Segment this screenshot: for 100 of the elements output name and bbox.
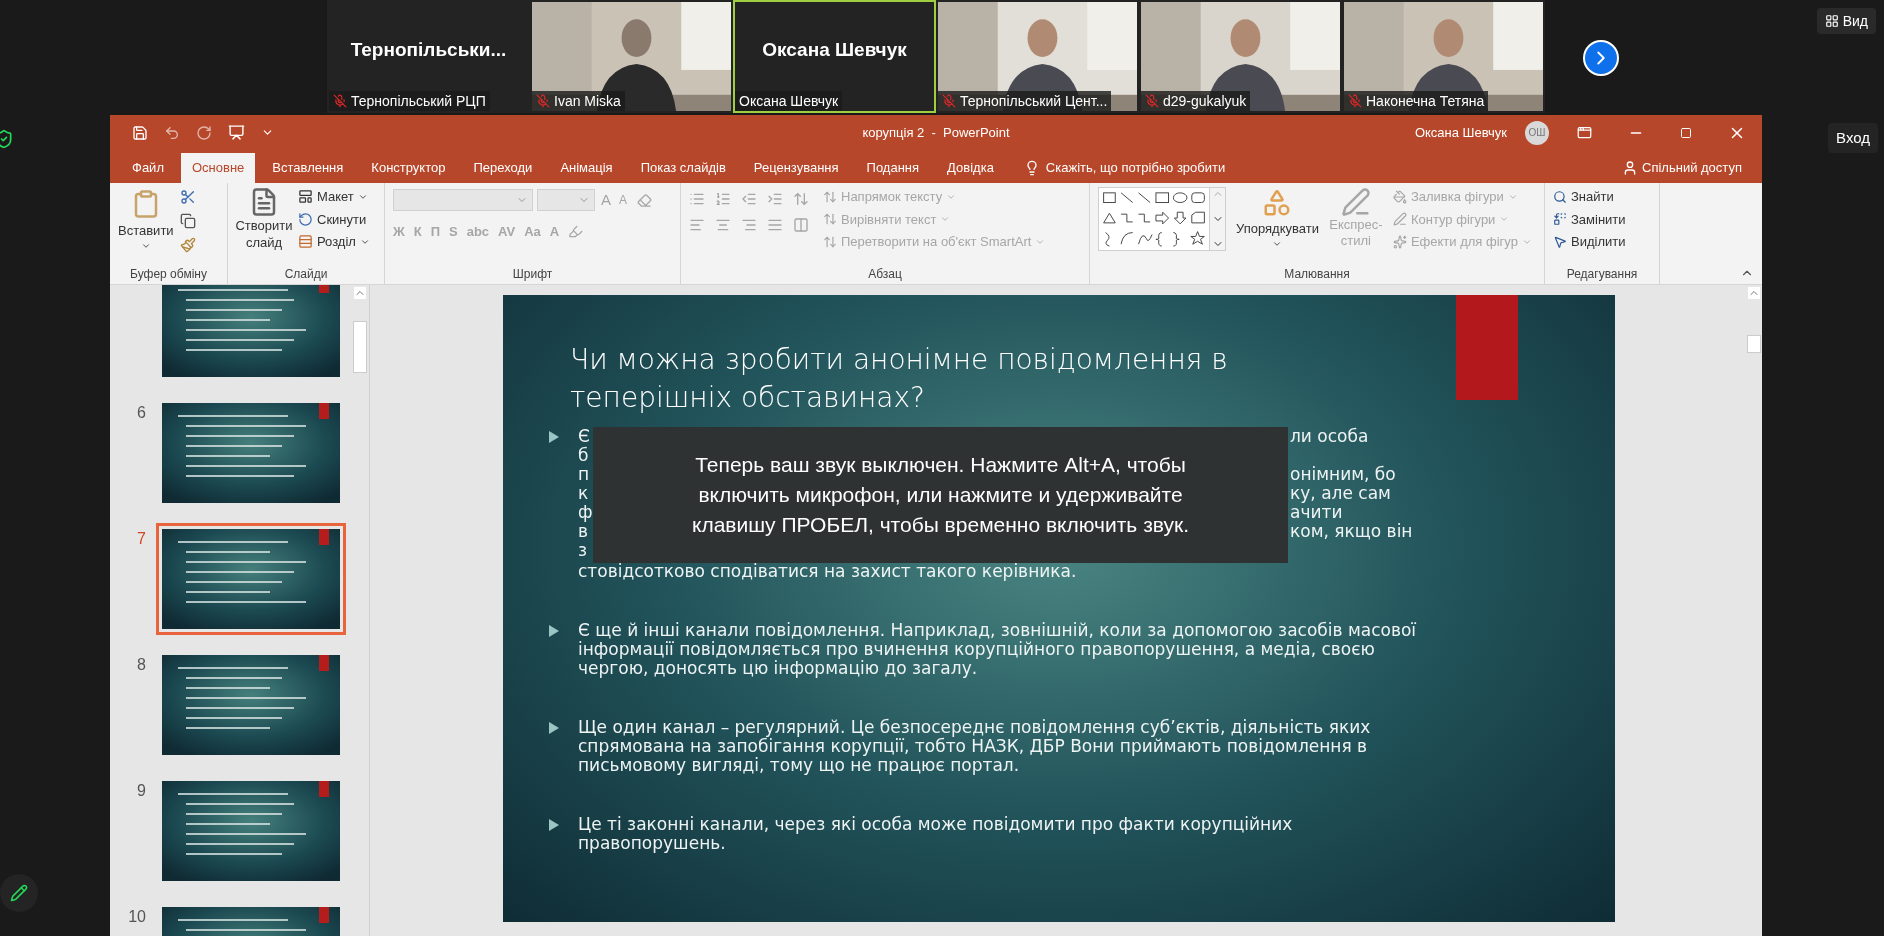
font-size-field[interactable] bbox=[537, 189, 595, 212]
scroll-thumb[interactable] bbox=[1746, 335, 1761, 353]
editing-command[interactable]: Знайти bbox=[1553, 187, 1626, 207]
new-slide-button[interactable]: Створити слайд bbox=[236, 187, 292, 251]
tell-me-field[interactable]: Скажіть, що потрібно зробити bbox=[1045, 158, 1226, 178]
ribbon-tab[interactable]: Рецензування bbox=[742, 153, 850, 183]
align-center-icon[interactable] bbox=[715, 217, 731, 233]
editing-command[interactable]: Виділити bbox=[1553, 232, 1626, 252]
ribbon-tab[interactable]: Переходи bbox=[462, 153, 544, 183]
bullet-icon bbox=[548, 625, 560, 637]
bullet-text-line: стовідсотково сподіватися на захист такого керівника. bbox=[578, 562, 1078, 581]
decrease-indent-icon[interactable] bbox=[741, 191, 757, 207]
bullets-icon[interactable] bbox=[689, 191, 705, 207]
line-spacing-icon[interactable] bbox=[793, 191, 809, 207]
presentation-icon[interactable] bbox=[228, 124, 245, 141]
increase-indent-icon[interactable] bbox=[767, 191, 783, 207]
text-direction-icon bbox=[823, 189, 837, 204]
ribbon-tab[interactable]: Конструктор bbox=[360, 153, 457, 183]
replace-icon bbox=[1553, 212, 1567, 227]
group-label: Малювання bbox=[1283, 266, 1351, 283]
ribbon-tab[interactable]: Основне bbox=[180, 153, 256, 183]
participant-label-text: Оксана Шевчук bbox=[739, 91, 839, 111]
paint-bucket-icon bbox=[1392, 189, 1407, 204]
bullet-text-fragment: ачити bbox=[1290, 502, 1343, 522]
bullet-text-fragment: к bbox=[578, 483, 589, 503]
user-avatar[interactable]: ОШ bbox=[1525, 120, 1549, 145]
participant-label-text: Наконечна Тетяна bbox=[1366, 91, 1485, 111]
layout-button[interactable]: Макет bbox=[298, 187, 370, 207]
numbering-icon[interactable] bbox=[715, 191, 731, 207]
view-button[interactable]: Вид bbox=[1816, 8, 1876, 34]
slide-number: 10 bbox=[128, 908, 146, 925]
reset-button[interactable]: Скинути bbox=[298, 209, 370, 229]
text-direction-icon bbox=[823, 234, 837, 249]
participant-name: Оксана Шевчук bbox=[762, 38, 907, 63]
redo-icon[interactable] bbox=[196, 124, 212, 141]
pencil-icon bbox=[10, 884, 28, 902]
next-page-button[interactable] bbox=[1583, 40, 1619, 76]
bullet-text-fragment: п bbox=[578, 464, 590, 484]
justify-icon[interactable] bbox=[767, 217, 783, 233]
ribbon-tab[interactable]: Показ слайдів bbox=[629, 153, 737, 183]
user-name: Оксана Шевчук bbox=[1414, 123, 1507, 142]
bullet-text-fragment: з bbox=[578, 540, 588, 560]
bullet-text-fragment: б bbox=[578, 445, 589, 465]
layout-icon bbox=[298, 189, 313, 205]
annotate-button[interactable] bbox=[0, 874, 38, 912]
scroll-up-icon[interactable] bbox=[354, 287, 366, 299]
section-button[interactable]: Розділ bbox=[298, 232, 370, 252]
group-label: Редагування bbox=[1565, 266, 1639, 283]
ribbon-tab[interactable]: Подання bbox=[855, 153, 931, 183]
scroll-up-icon[interactable] bbox=[1747, 287, 1760, 299]
slide-number: 6 bbox=[137, 404, 146, 421]
ribbon-tab[interactable]: Анімація bbox=[549, 153, 624, 183]
bullet-icon bbox=[548, 431, 560, 443]
notification-text: Теперь ваш звук выключен. Нажмите Alt+A, чтобы включить микрофон, или нажмите и удерживайте клавишу ПРОБЕЛ, чтобы временно включить звук. bbox=[691, 452, 1190, 538]
bullet-text: Це ті законні канали, через які особа може повідомити про факти корупційних правопорушень. bbox=[578, 815, 1294, 853]
cut-icon[interactable] bbox=[179, 189, 196, 205]
participant-label-text: d29-gukalyuk bbox=[1163, 91, 1247, 111]
arrange-button[interactable]: Упорядкувати bbox=[1236, 187, 1319, 249]
ribbon-tab[interactable]: Файл bbox=[121, 153, 175, 183]
bullet-text: Ще один канал – регулярний. Це безпосереднє повідомлення суб’єктів, діяльність яких спрямована на запобігання корупції, тобто НАЗК, ДБР Вони приймають повідомлення в письмовому вигляді, тому що не працює портал. bbox=[578, 718, 1372, 775]
ribbon-tab[interactable]: Вставлення bbox=[261, 153, 355, 183]
slide-number: 9 bbox=[137, 782, 146, 799]
bullet-text-fragment: ли особа bbox=[1290, 426, 1369, 446]
ribbon-options-icon[interactable] bbox=[1577, 125, 1592, 140]
paste-button[interactable]: Вставити bbox=[118, 187, 174, 251]
bullet-text-fragment: ку, але сам bbox=[1290, 483, 1391, 503]
share-button[interactable]: Спільний доступ bbox=[1622, 153, 1762, 183]
save-icon[interactable] bbox=[132, 124, 148, 141]
format-painter-icon[interactable] bbox=[179, 237, 196, 253]
section-icon bbox=[298, 234, 313, 250]
slide-number: 8 bbox=[137, 656, 146, 673]
eraser-icon[interactable] bbox=[637, 192, 653, 208]
bullet-text: Є ще й інші канали повідомлення. Наприклад, зовнішній, коли за допомогою засобів масової інформації повідомляється про вчинення корупційного правопорушення, а медіа, своєю чергою, доносять цю інформацію до загалу. bbox=[578, 621, 1418, 678]
restore-icon[interactable] bbox=[1680, 126, 1692, 139]
scroll-thumb[interactable] bbox=[353, 321, 367, 373]
group-label: Слайди bbox=[283, 266, 329, 283]
participant-name: Тернопільськи... bbox=[350, 38, 507, 63]
highlighter-icon[interactable] bbox=[568, 223, 584, 239]
bullet-text-fragment: Є bbox=[578, 426, 590, 446]
pen-icon bbox=[1340, 187, 1371, 217]
columns-icon[interactable] bbox=[793, 217, 809, 233]
bullet-text-fragment: онімним, бо bbox=[1290, 464, 1396, 484]
align-right-icon[interactable] bbox=[741, 217, 757, 233]
shield-icon bbox=[0, 129, 14, 149]
group-label: Шрифт bbox=[511, 266, 554, 283]
undo-icon[interactable] bbox=[164, 124, 180, 141]
sparkles-icon bbox=[1392, 234, 1407, 249]
ribbon-tab[interactable]: Довідка bbox=[936, 153, 1005, 183]
font-name-field[interactable] bbox=[393, 189, 533, 212]
align-left-icon[interactable] bbox=[689, 217, 705, 233]
pointer-icon bbox=[1553, 234, 1567, 249]
group-label: Буфер обміну bbox=[129, 266, 208, 283]
bullet-text-fragment: в bbox=[578, 521, 589, 541]
copy-icon[interactable] bbox=[179, 213, 196, 229]
editing-command[interactable]: Замінити bbox=[1553, 209, 1626, 229]
shapes-gallery[interactable] bbox=[1098, 187, 1210, 251]
sign-in-button[interactable]: Вход bbox=[1828, 123, 1878, 153]
text-direction-icon bbox=[823, 212, 837, 227]
bullet-icon bbox=[548, 722, 560, 734]
slide-thumbnail[interactable] bbox=[156, 523, 346, 635]
